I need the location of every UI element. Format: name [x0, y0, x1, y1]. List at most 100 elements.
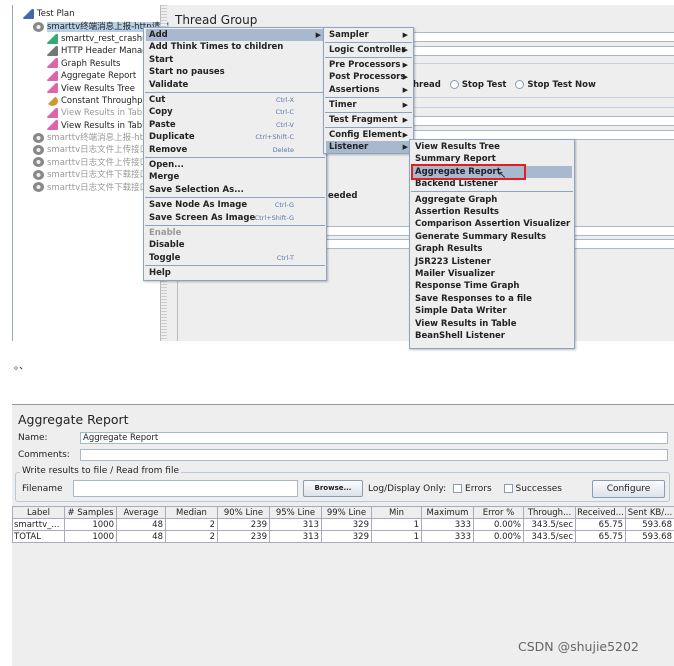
filename-input[interactable] [73, 480, 298, 497]
column-header[interactable]: Maximum [422, 507, 474, 519]
menu-item-open[interactable]: Open... [146, 159, 324, 171]
submenu-item-logic-controller[interactable]: Logic Controller▶ [326, 44, 411, 56]
submenu-arrow-icon: ▶ [403, 141, 408, 153]
listener-icon [47, 83, 58, 93]
listener-item-comparison-assertion-visualizer[interactable]: Comparison Assertion Visualizer [412, 218, 572, 230]
submenu-item-listener[interactable]: Listener▶ [326, 141, 411, 153]
menu-item-add-think-times-to-children[interactable]: Add Think Times to children [146, 41, 324, 53]
menu-item-start[interactable]: Start [146, 54, 324, 66]
errors-checkbox[interactable] [453, 484, 462, 493]
table-cell: smarttv_... [13, 519, 65, 531]
stop-test-now-radio[interactable] [515, 80, 524, 89]
table-row[interactable]: smarttv_...100048223931332913330.00%343.… [13, 519, 674, 531]
tree-node-child[interactable]: Aggregate Report [47, 70, 136, 82]
tree-node-child[interactable]: smarttv_rest_crashu [47, 33, 148, 45]
table-row[interactable]: TOTAL100048223931332913330.00%343.5/sec6… [13, 531, 674, 543]
listener-item-aggregate-graph[interactable]: Aggregate Graph [412, 194, 572, 206]
column-header[interactable]: Min [372, 507, 422, 519]
listener-icon [47, 58, 58, 68]
tree-node-test-plan[interactable]: Test Plan [23, 8, 75, 20]
name-input[interactable]: Aggregate Report [80, 432, 668, 444]
tree-node-child[interactable]: View Results in Table [47, 120, 150, 132]
listener-item-view-results-in-table[interactable]: View Results in Table [412, 318, 572, 330]
column-header[interactable]: 90% Line [218, 507, 270, 519]
menu-item-duplicate[interactable]: DuplicateCtrl+Shift-C [146, 131, 324, 143]
configure-button[interactable]: Configure [592, 480, 665, 498]
comments-label: Comments: [18, 450, 70, 460]
listener-item-mailer-visualizer[interactable]: Mailer Visualizer [412, 268, 572, 280]
test-plan-tree[interactable]: Test Plansmarttv终端消息上报-http请求smarttv_res… [13, 5, 161, 341]
table-cell: 2 [166, 519, 218, 531]
submenu-item-assertions[interactable]: Assertions▶ [326, 84, 411, 96]
tree-node-child[interactable]: View Results in Table [47, 107, 150, 119]
tree-node-thread-group[interactable]: smarttv日志文件上传接口_ [33, 157, 152, 169]
partial-label: eeded [328, 191, 357, 201]
listener-item-beanshell-listener[interactable]: BeanShell Listener [412, 330, 572, 342]
column-header[interactable]: Through... [524, 507, 576, 519]
menu-item-add[interactable]: Add▶ [146, 29, 324, 41]
tree-node-child[interactable]: HTTP Header Manag [47, 45, 148, 57]
column-header[interactable]: Error % [474, 507, 524, 519]
submenu-arrow-icon: ▶ [316, 29, 321, 41]
listener-item-response-time-graph[interactable]: Response Time Graph [412, 280, 572, 292]
submenu-item-pre-processors[interactable]: Pre Processors▶ [326, 59, 411, 71]
column-header[interactable]: Median [166, 507, 218, 519]
submenu-item-config-element[interactable]: Config Element▶ [326, 129, 411, 141]
menu-item-help[interactable]: Help [146, 267, 324, 279]
menu-item-disable[interactable]: Disable [146, 239, 324, 251]
tree-node-thread-group[interactable]: smarttv终端消息上报-http [33, 132, 152, 144]
submenu-arrow-icon: ▶ [403, 44, 408, 56]
submenu-item-sampler[interactable]: Sampler▶ [326, 29, 411, 41]
submenu-item-timer[interactable]: Timer▶ [326, 99, 411, 111]
menu-item-save-screen-as-image[interactable]: Save Screen As ImageCtrl+Shift-G [146, 212, 324, 224]
menu-separator [325, 97, 412, 98]
menu-item-paste[interactable]: PasteCtrl-V [146, 119, 324, 131]
column-header[interactable]: Received... [576, 507, 626, 519]
tree-node-child[interactable]: Graph Results [47, 58, 120, 70]
menu-item-save-node-as-image[interactable]: Save Node As ImageCtrl-G [146, 199, 324, 211]
menu-item-cut[interactable]: CutCtrl-X [146, 94, 324, 106]
column-header[interactable]: Label [13, 507, 65, 519]
column-header[interactable]: Sent KB/... [626, 507, 674, 519]
listener-item-jsr223-listener[interactable]: JSR223 Listener [412, 256, 572, 268]
column-header[interactable]: # Samples [65, 507, 117, 519]
tree-node-child[interactable]: View Results Tree [47, 83, 135, 95]
tree-node-thread-group[interactable]: smarttv日志文件下载接口_ [33, 169, 152, 181]
config-icon [47, 46, 58, 56]
listener-item-assertion-results[interactable]: Assertion Results [412, 206, 572, 218]
menu-item-copy[interactable]: CopyCtrl-C [146, 106, 324, 118]
tree-node-thread-group[interactable]: smarttv日志文件上传接口_ [33, 144, 152, 156]
table-cell: 333 [422, 531, 474, 543]
menu-item-toggle[interactable]: ToggleCtrl-T [146, 252, 324, 264]
tree-node-child[interactable]: Constant Throughpu [47, 95, 148, 107]
browse-button[interactable]: Browse... [303, 480, 363, 497]
sampler-icon [47, 34, 58, 44]
submenu-item-post-processors[interactable]: Post Processors▶ [326, 71, 411, 83]
menu-item-start-no-pauses[interactable]: Start no pauses [146, 66, 324, 78]
context-menu: Add▶Add Think Times to childrenStartStar… [143, 27, 327, 281]
menu-item-enable[interactable]: Enable [146, 227, 324, 239]
menu-item-validate[interactable]: Validate [146, 79, 324, 91]
column-header[interactable]: Average [117, 507, 166, 519]
menu-item-remove[interactable]: RemoveDelete [146, 144, 324, 156]
listener-item-view-results-tree[interactable]: View Results Tree [412, 141, 572, 153]
listener-item-graph-results[interactable]: Graph Results [412, 243, 572, 255]
stop-test-radio[interactable] [450, 80, 459, 89]
column-header[interactable]: 99% Line [322, 507, 372, 519]
menu-item-save-selection-as[interactable]: Save Selection As... [146, 184, 324, 196]
submenu-arrow-icon: ▶ [403, 129, 408, 141]
listener-icon [47, 120, 58, 130]
tree-node-thread-group[interactable]: smarttv日志文件下载接口_ [33, 182, 152, 194]
table-cell: 333 [422, 519, 474, 531]
submenu-item-test-fragment[interactable]: Test Fragment▶ [326, 114, 411, 126]
submenu-arrow-icon: ▶ [403, 99, 408, 111]
column-header[interactable]: 95% Line [270, 507, 322, 519]
table-cell: TOTAL [13, 531, 65, 543]
table-cell: 593.68 [626, 531, 674, 543]
listener-item-generate-summary-results[interactable]: Generate Summary Results [412, 231, 572, 243]
listener-item-simple-data-writer[interactable]: Simple Data Writer [412, 305, 572, 317]
comments-input[interactable] [80, 449, 668, 461]
successes-checkbox[interactable] [504, 484, 513, 493]
menu-item-merge[interactable]: Merge [146, 171, 324, 183]
listener-item-save-responses-to-a-file[interactable]: Save Responses to a file [412, 293, 572, 305]
